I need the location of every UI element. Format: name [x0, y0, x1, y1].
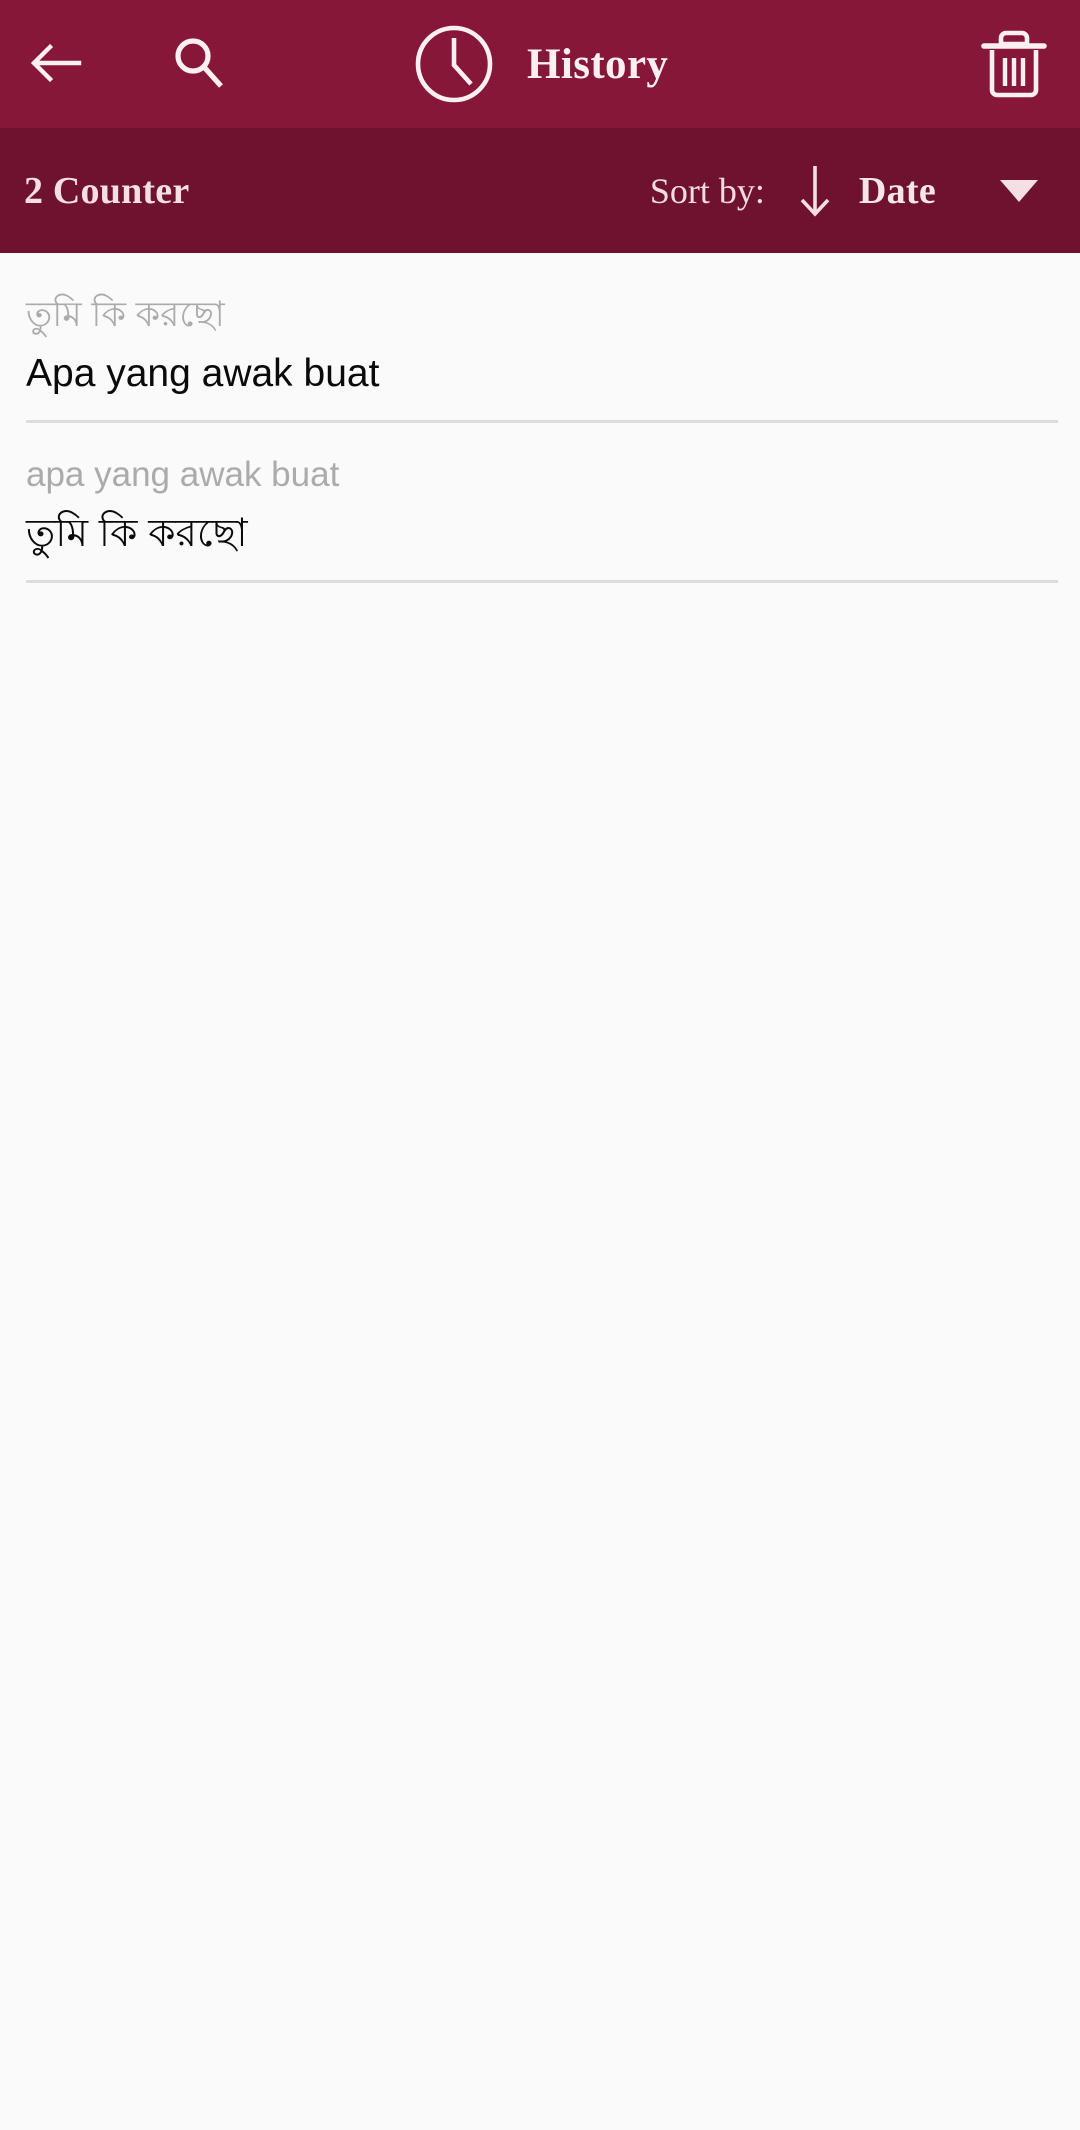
arrow-down-icon[interactable]	[793, 163, 837, 219]
sort-by-label: Sort by:	[649, 170, 765, 211]
page-title: History	[527, 40, 669, 88]
back-button[interactable]	[8, 16, 104, 112]
clock-icon	[408, 18, 500, 110]
history-target-text: Apa yang awak buat	[26, 352, 380, 396]
history-list: তুমি কি করছো Apa yang awak buat apa yang…	[0, 253, 1080, 2130]
history-source-text: apa yang awak buat	[26, 454, 340, 494]
search-button[interactable]	[150, 16, 246, 112]
header-title-group: History	[408, 0, 668, 128]
back-arrow-icon	[25, 32, 87, 97]
caret-down-icon[interactable]	[996, 168, 1042, 214]
delete-all-button[interactable]	[966, 16, 1062, 112]
history-list-item[interactable]: apa yang awak buat তুমি কি করছো	[0, 423, 1080, 583]
search-icon	[167, 32, 229, 97]
history-source-text: তুমি কি করছো	[26, 295, 225, 334]
sort-value-label[interactable]: Date	[859, 169, 936, 213]
list-divider	[26, 579, 1058, 583]
sort-bar: 2 Counter Sort by: Date	[0, 128, 1080, 253]
trash-icon	[979, 26, 1049, 103]
app-header: History	[0, 0, 1080, 128]
sort-controls[interactable]: Sort by: Date	[650, 128, 1080, 253]
counter-label: 2 Counter	[24, 169, 190, 212]
history-target-text: তুমি কি করছো	[26, 511, 248, 555]
history-list-item[interactable]: তুমি কি করছো Apa yang awak buat	[0, 253, 1080, 423]
history-screen: History 2 Counter Sort by: Date তুমি কি …	[0, 0, 1080, 2130]
